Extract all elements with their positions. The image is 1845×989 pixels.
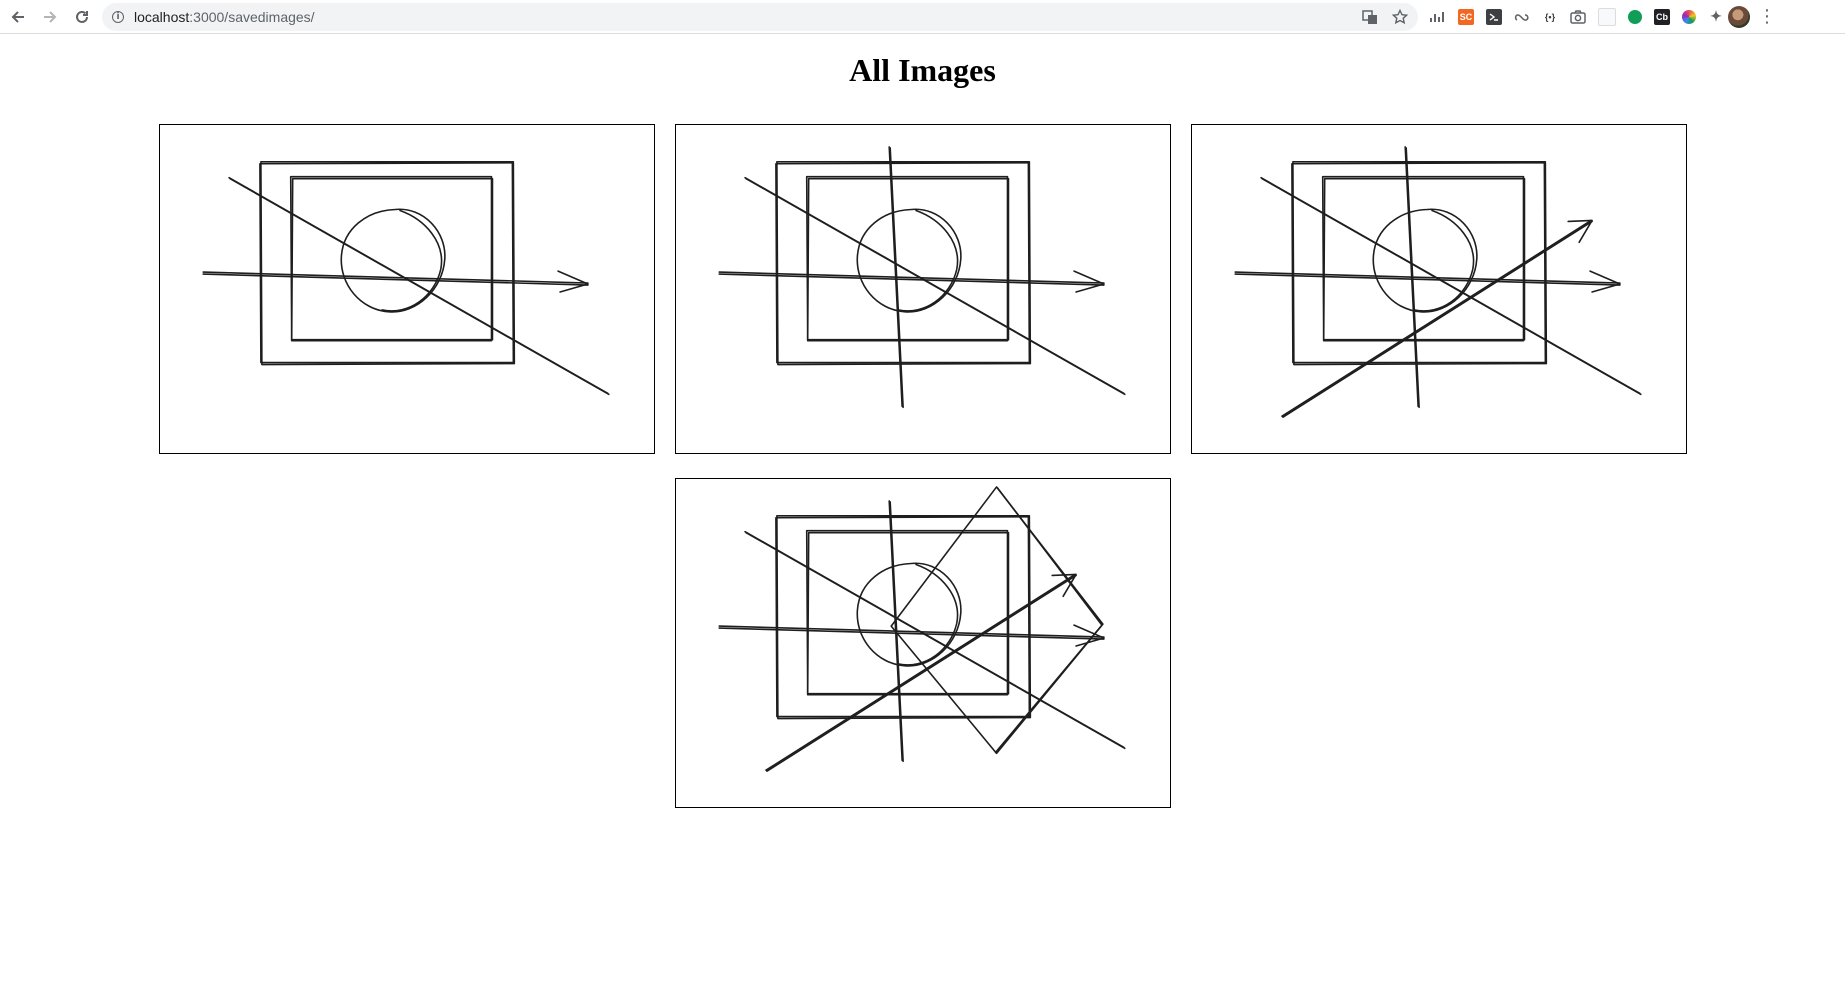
- sketch-circle: [340, 208, 446, 313]
- sketch-inner: [259, 160, 516, 366]
- sketch-drawing: [718, 486, 1126, 773]
- sketch-circle: [856, 208, 962, 313]
- saved-image-1[interactable]: [159, 124, 655, 454]
- saved-image-4[interactable]: [675, 478, 1171, 808]
- sketch-drawing: [202, 160, 610, 396]
- sketch-circle: [856, 562, 962, 667]
- sketch-drawing: [718, 146, 1126, 409]
- sketch-inner: [775, 160, 1032, 366]
- saved-image-3[interactable]: [1191, 124, 1687, 454]
- sketch-circle: [1372, 208, 1478, 313]
- sketch-inner: [1291, 160, 1548, 366]
- saved-image-2[interactable]: [675, 124, 1171, 454]
- sketch-inner: [775, 514, 1032, 720]
- image-gallery: [0, 0, 1845, 989]
- sketch-drawing: [1234, 146, 1642, 419]
- sketch-diamond: [890, 486, 1104, 755]
